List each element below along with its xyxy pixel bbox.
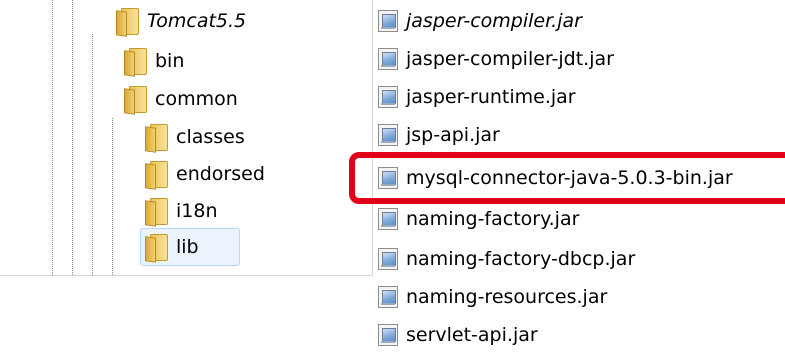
tree-item-i18n[interactable]: i18n xyxy=(145,192,218,230)
tree-item-label: common xyxy=(155,88,238,110)
file-list-pane: jasper-compiler.jar jasper-compiler-jdt.… xyxy=(378,0,785,360)
tree-item-label: lib xyxy=(176,236,199,258)
file-row[interactable]: jasper-runtime.jar xyxy=(378,80,576,114)
file-row[interactable]: jsp-api.jar xyxy=(378,118,500,152)
folder-tree-pane: Tomcat5.5 bin common classes endorsed i1… xyxy=(0,0,373,276)
file-name: naming-factory-dbcp.jar xyxy=(406,248,636,270)
file-name: servlet-api.jar xyxy=(406,324,538,346)
jar-file-icon xyxy=(378,10,398,32)
tree-item-tomcat[interactable]: Tomcat5.5 xyxy=(116,2,246,40)
jar-file-icon xyxy=(378,208,398,230)
folder-icon xyxy=(124,48,147,77)
tree-item-classes[interactable]: classes xyxy=(145,118,245,156)
tree-guide-line xyxy=(112,118,113,275)
jar-file-icon xyxy=(378,286,398,308)
file-row[interactable]: servlet-api.jar xyxy=(378,318,538,352)
file-row-mysql-connector[interactable]: mysql-connector-java-5.0.3-bin.jar xyxy=(378,161,733,195)
file-name: jsp-api.jar xyxy=(406,124,500,146)
tree-item-label: i18n xyxy=(176,200,218,222)
tree-item-label: classes xyxy=(176,126,245,148)
folder-icon xyxy=(145,161,168,190)
file-name: jasper-compiler-jdt.jar xyxy=(406,48,614,70)
jar-file-icon xyxy=(378,248,398,270)
file-name: jasper-compiler.jar xyxy=(406,10,582,32)
jar-file-icon xyxy=(378,86,398,108)
file-row[interactable]: jasper-compiler.jar xyxy=(378,4,582,38)
folder-icon xyxy=(145,234,168,263)
file-name: jasper-runtime.jar xyxy=(406,86,576,108)
file-name: mysql-connector-java-5.0.3-bin.jar xyxy=(406,167,733,189)
file-name: naming-resources.jar xyxy=(406,286,608,308)
file-row[interactable]: naming-factory.jar xyxy=(378,202,579,236)
jar-file-icon xyxy=(378,167,398,189)
tree-guide-line xyxy=(92,34,93,275)
file-name: naming-factory.jar xyxy=(406,208,580,230)
tree-item-label: bin xyxy=(155,50,185,72)
jar-file-icon xyxy=(378,324,398,346)
file-row[interactable]: naming-factory-dbcp.jar xyxy=(378,242,635,276)
tree-guide-line xyxy=(52,0,53,275)
tree-guide-line xyxy=(72,0,73,275)
tree-item-endorsed[interactable]: endorsed xyxy=(145,155,265,193)
jar-file-icon xyxy=(378,124,398,146)
tree-item-lib[interactable]: lib xyxy=(140,228,240,266)
tree-item-label: Tomcat5.5 xyxy=(147,10,247,32)
folder-icon xyxy=(116,8,139,37)
file-row[interactable]: jasper-compiler-jdt.jar xyxy=(378,42,614,76)
folder-icon xyxy=(145,124,168,153)
tree-item-common[interactable]: common xyxy=(124,80,238,118)
file-row[interactable]: naming-resources.jar xyxy=(378,280,607,314)
tree-item-bin[interactable]: bin xyxy=(124,42,184,80)
tree-item-label: endorsed xyxy=(176,163,265,185)
folder-icon xyxy=(145,198,168,227)
jar-file-icon xyxy=(378,48,398,70)
folder-icon xyxy=(124,86,147,115)
